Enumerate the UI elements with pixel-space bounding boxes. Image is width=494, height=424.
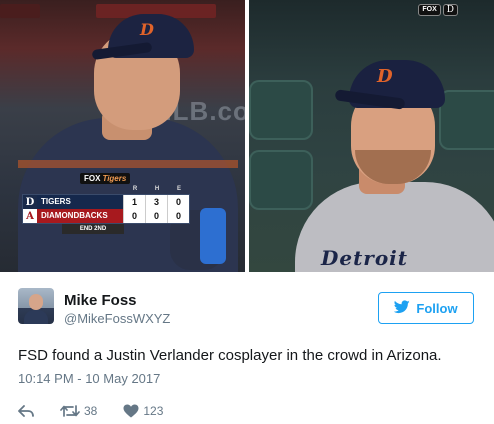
errors: 0 bbox=[167, 195, 189, 209]
scorebug-inning: END 2ND bbox=[62, 224, 124, 234]
cap-logo: D bbox=[377, 66, 393, 87]
dugout-sign bbox=[0, 4, 40, 18]
reply-button[interactable] bbox=[18, 404, 34, 418]
broadcast-bug: FOX D bbox=[418, 4, 458, 16]
scorebug-table: D TIGERS 1 3 0 A DIAMONDBACKS 0 0 0 bbox=[22, 194, 190, 224]
like-count: 123 bbox=[143, 404, 164, 418]
hits: 3 bbox=[145, 195, 167, 209]
team-name: TIGERS bbox=[37, 195, 123, 209]
team-logo-tigers: D bbox=[23, 195, 37, 209]
twitter-bird-icon bbox=[394, 299, 411, 317]
network-logo: FOX bbox=[418, 4, 441, 16]
user-handle[interactable]: @MikeFossWXYZ bbox=[64, 310, 170, 328]
tweet-author: Mike Foss @MikeFossWXYZ Follow bbox=[18, 288, 474, 336]
water-bottle bbox=[200, 208, 226, 264]
team-logo: D bbox=[442, 4, 458, 16]
scorebug-network: FOX Tigers bbox=[80, 172, 131, 184]
seat bbox=[249, 80, 313, 140]
avatar[interactable] bbox=[18, 288, 54, 324]
col-errors: E bbox=[176, 186, 181, 192]
reply-icon bbox=[18, 404, 34, 418]
col-hits: H bbox=[154, 186, 160, 192]
photo-right[interactable]: FOX D D Detroit bbox=[249, 0, 494, 272]
cap-logo: D bbox=[140, 20, 154, 39]
errors: 0 bbox=[167, 209, 189, 223]
tweet-media[interactable]: MLB.co D FOX Tigers R H E D TIGERS 1 3 0… bbox=[0, 0, 494, 272]
scorebug-columns: R H E bbox=[124, 186, 190, 192]
tweet: Mike Foss @MikeFossWXYZ Follow FSD found… bbox=[0, 272, 494, 424]
retweet-button[interactable]: 38 bbox=[60, 404, 97, 418]
scorebug: FOX Tigers R H E D TIGERS 1 3 0 A DIAMOND… bbox=[22, 172, 190, 234]
scorebug-row-away: D TIGERS 1 3 0 bbox=[23, 195, 189, 209]
team-name: DIAMONDBACKS bbox=[37, 209, 123, 223]
seat bbox=[439, 90, 494, 150]
heart-icon bbox=[123, 404, 139, 418]
tweet-text: FSD found a Justin Verlander cosplayer i… bbox=[18, 347, 442, 364]
like-button[interactable]: 123 bbox=[123, 404, 163, 418]
seat bbox=[249, 150, 313, 210]
retweet-count: 38 bbox=[84, 404, 98, 418]
team-logo-diamondbacks: A bbox=[23, 209, 37, 223]
tweet-timestamp[interactable]: 10:14 PM - 10 May 2017 bbox=[18, 370, 474, 388]
scorebug-row-home: A DIAMONDBACKS 0 0 0 bbox=[23, 209, 189, 223]
runs: 0 bbox=[123, 209, 145, 223]
retweet-icon bbox=[60, 404, 80, 418]
follow-label: Follow bbox=[416, 300, 458, 316]
tweet-actions: 38 123 bbox=[18, 404, 474, 418]
hits: 0 bbox=[145, 209, 167, 223]
author-names[interactable]: Mike Foss @MikeFossWXYZ bbox=[64, 292, 170, 328]
col-runs: R bbox=[132, 186, 138, 192]
jacket-stripe bbox=[18, 160, 238, 168]
photo-left[interactable]: MLB.co D FOX Tigers R H E D TIGERS 1 3 0… bbox=[0, 0, 245, 272]
display-name[interactable]: Mike Foss bbox=[64, 292, 170, 310]
jersey-script: Detroit bbox=[321, 246, 409, 270]
scorebug-header: FOX Tigers bbox=[22, 172, 190, 184]
follow-button[interactable]: Follow bbox=[378, 292, 474, 324]
runs: 1 bbox=[123, 195, 145, 209]
